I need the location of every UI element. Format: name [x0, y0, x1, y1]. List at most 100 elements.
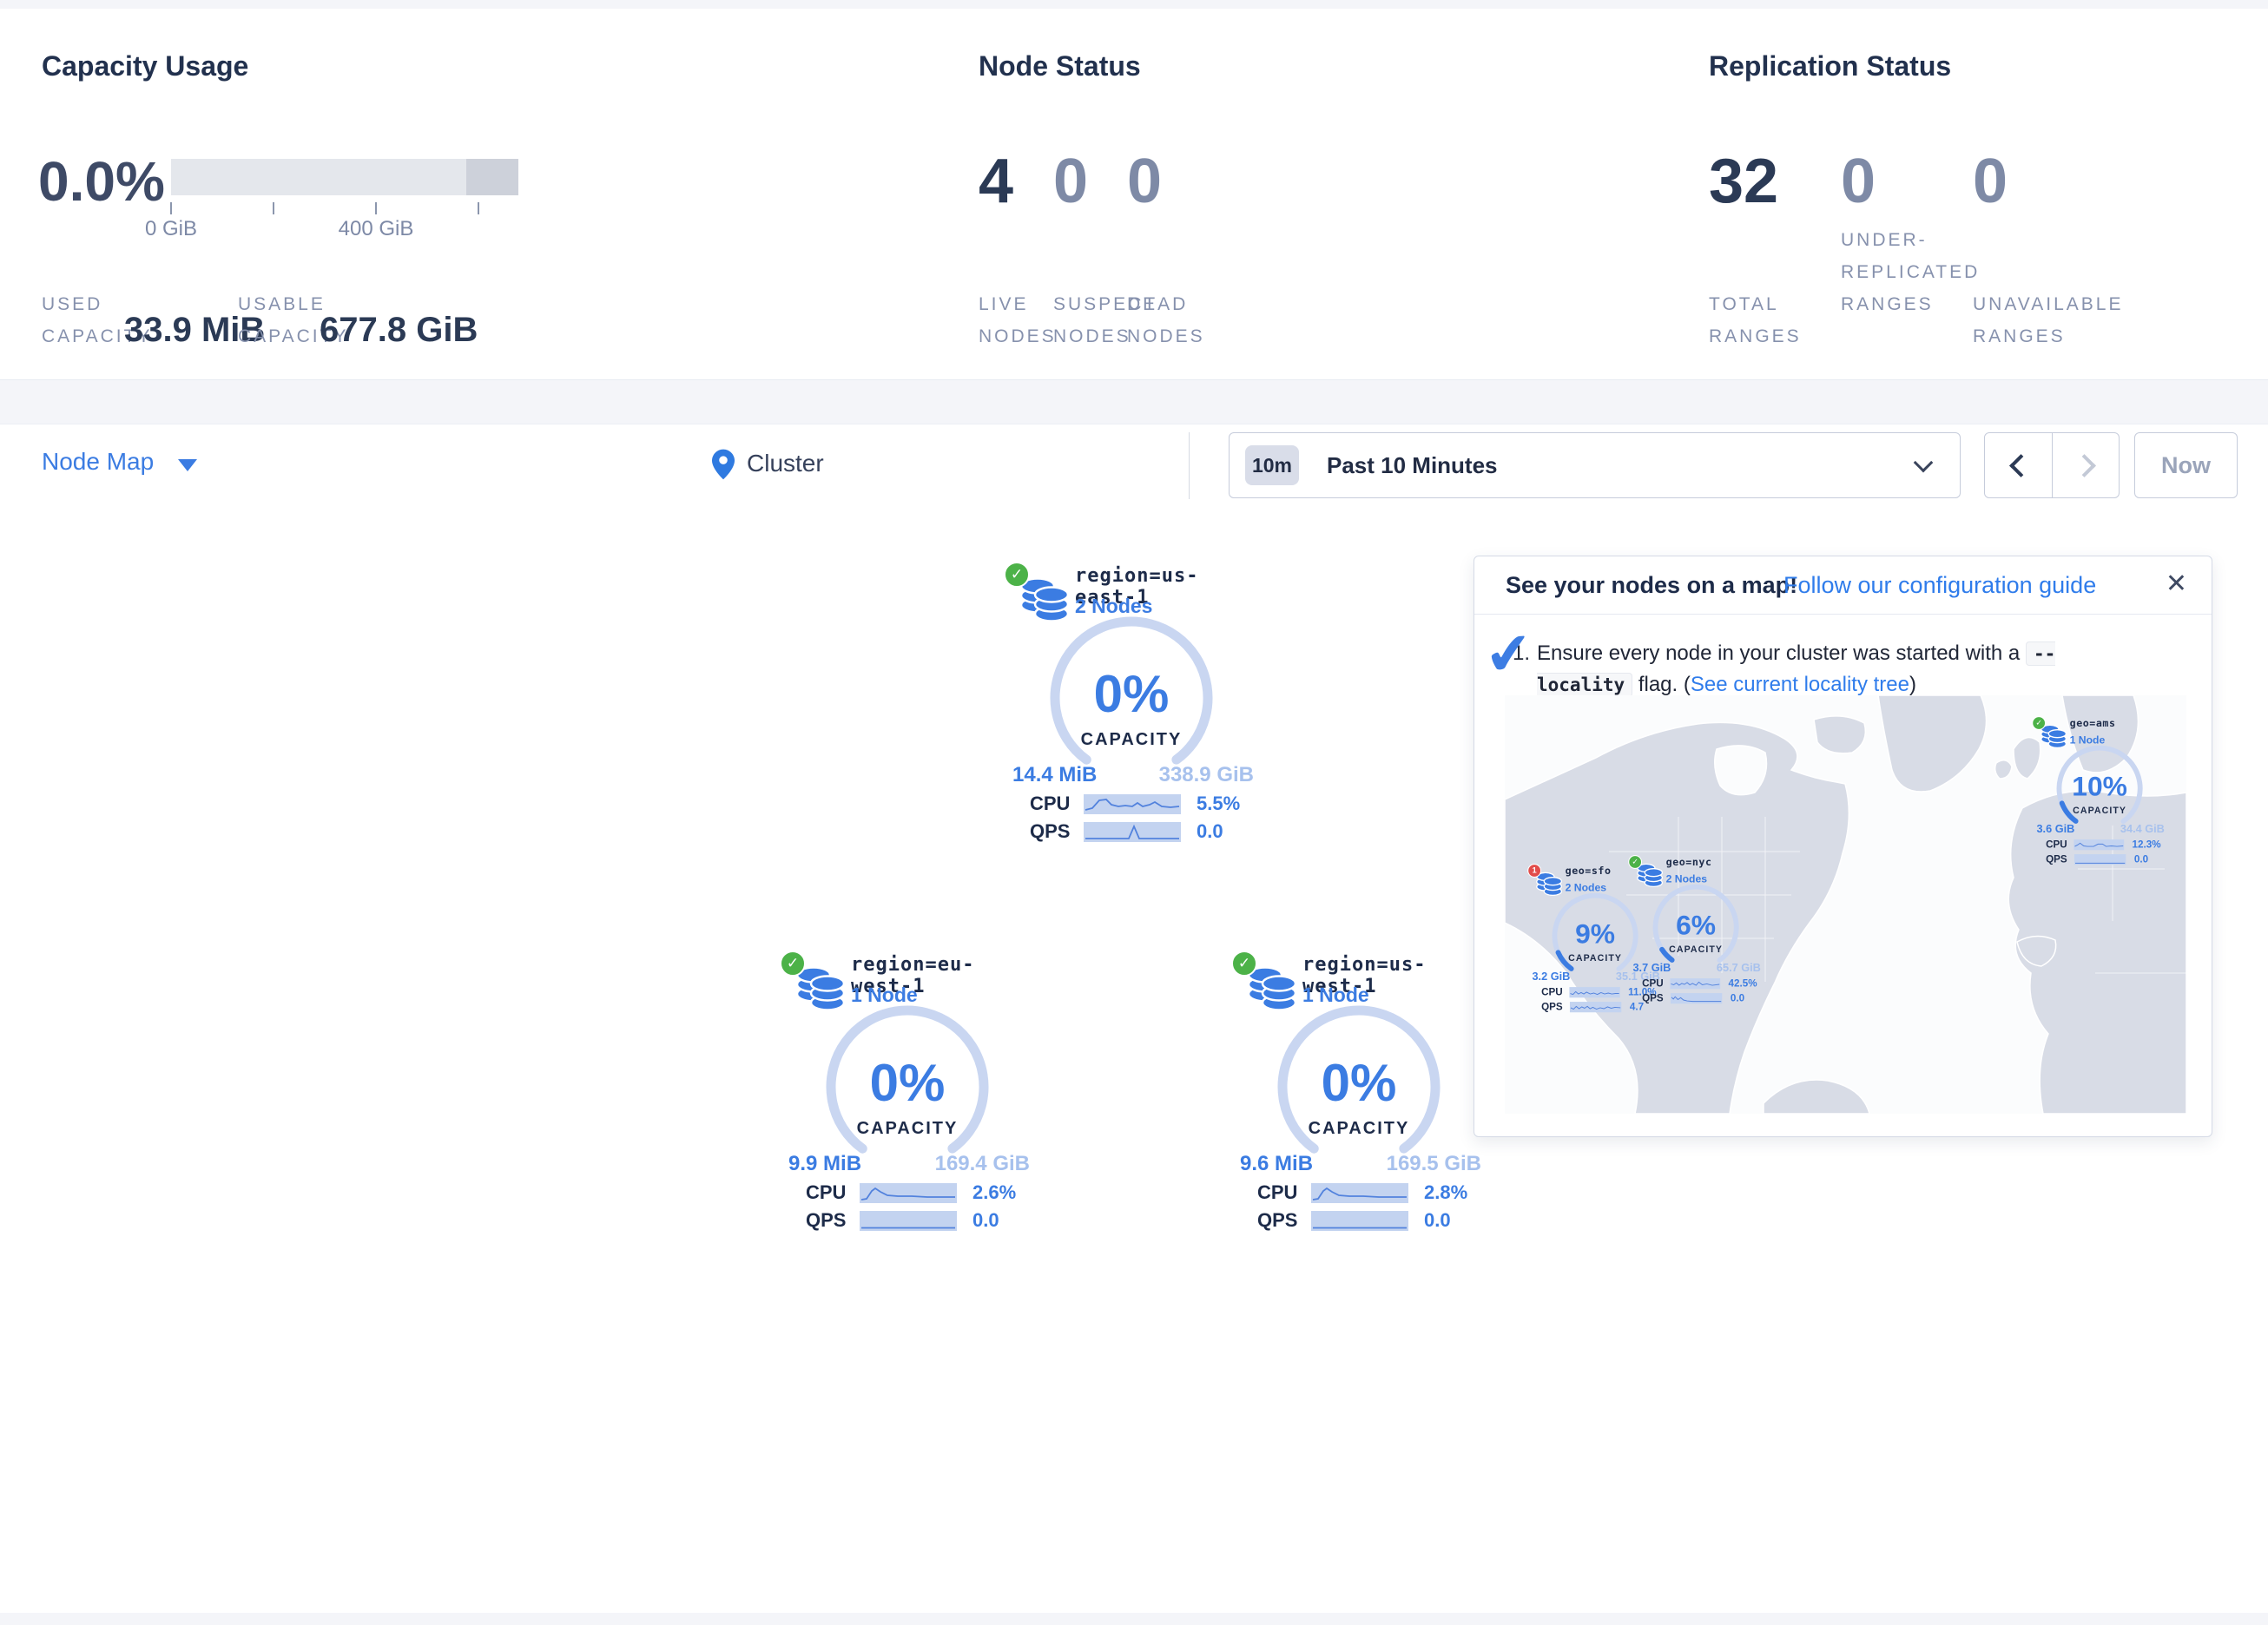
geo-group-nyc[interactable]: ✓ geo=nyc 2 Nodes 6% CAPACITY 3.7 GiB 65…	[1625, 854, 1764, 1009]
capacity-usage-title: Capacity Usage	[42, 50, 248, 82]
step-text: )	[1909, 673, 1916, 696]
capacity-caption: CAPACITY	[1047, 730, 1216, 750]
view-selector[interactable]: Node Map	[42, 448, 154, 476]
check-icon: ✓	[1632, 858, 1638, 867]
health-ok-badge: ✓	[780, 951, 806, 977]
suspect-nodes-count: 0	[1053, 146, 1088, 217]
locality-label: geo=sfo	[1566, 865, 1612, 877]
cpu-sparkline	[1670, 978, 1720, 989]
used-value: 9.9 MiB	[788, 1152, 861, 1176]
capacity-caption: CAPACITY	[1275, 1119, 1443, 1139]
unavailable-count: 0	[1973, 146, 2008, 217]
cpu-sparkline	[1084, 794, 1181, 814]
qps-label: QPS	[2046, 853, 2073, 865]
cpu-sparkline	[860, 1183, 957, 1203]
cpu-sparkline	[1569, 987, 1619, 997]
popup-step-1: 1.Ensure every node in your cluster was …	[1537, 638, 2145, 701]
locality-label: geo=nyc	[1666, 857, 1712, 868]
total-value: 169.4 GiB	[935, 1152, 1030, 1176]
geo-group-ams[interactable]: ✓ geo=ams 1 Node 10% CAPACITY 3.6 GiB 34…	[2029, 715, 2167, 870]
check-icon: ✓	[787, 955, 799, 972]
location-pin-icon	[712, 449, 735, 480]
live-nodes-label: LIVE NODES	[979, 288, 1057, 352]
node-status-title: Node Status	[979, 50, 1141, 82]
under-replicated-count: 0	[1841, 146, 1876, 217]
region-group-eu-west-1[interactable]: ✓ region=eu-west-1 1 Node 0% CAPACITY 9.…	[775, 949, 1035, 1240]
region-group-us-west-1[interactable]: ✓ region=us-west-1 1 Node 0% CAPACITY 9.…	[1226, 949, 1487, 1240]
cpu-label: CPU	[2046, 839, 2072, 851]
now-button[interactable]: Now	[2134, 432, 2238, 498]
unavailable-label: UNAVAILABLE RANGES	[1973, 288, 2123, 352]
step-text: flag. (	[1632, 673, 1691, 696]
time-range-select[interactable]: 10m Past 10 Minutes	[1229, 432, 1961, 498]
step-text: Ensure every node in your cluster was st…	[1537, 641, 2026, 665]
region-group-us-east-1[interactable]: ✓ region=us-east-1 2 Nodes 0% CAPACITY 1…	[999, 560, 1259, 851]
cpu-label: CPU	[806, 1181, 856, 1204]
capacity-caption: CAPACITY	[1652, 944, 1741, 955]
qps-label: QPS	[1642, 992, 1669, 1004]
health-ok-badge: ✓	[2032, 716, 2046, 730]
cpu-label: CPU	[1642, 977, 1668, 990]
health-warning-badge: 1	[1527, 864, 1541, 878]
replication-status-title: Replication Status	[1709, 50, 1951, 82]
health-ok-badge: ✓	[1231, 951, 1257, 977]
used-value: 14.4 MiB	[1012, 763, 1097, 787]
cpu-label: CPU	[1030, 793, 1080, 815]
total-ranges-label: TOTAL RANGES	[1709, 288, 1802, 352]
qps-label: QPS	[1257, 1209, 1308, 1232]
cpu-value: 42.5%	[1729, 977, 1757, 990]
qps-sparkline	[2074, 854, 2126, 865]
health-ok-badge: ✓	[1004, 562, 1030, 588]
cpu-value: 5.5%	[1197, 793, 1240, 815]
capacity-percent: 6%	[1652, 910, 1741, 942]
axis-tick	[375, 202, 377, 214]
cpu-label: CPU	[1541, 986, 1567, 998]
axis-tick	[170, 202, 172, 214]
axis-tick	[273, 202, 274, 214]
used-value: 3.6 GiB	[2036, 823, 2074, 836]
total-ranges-count: 32	[1709, 146, 1778, 217]
check-icon: ✓	[2035, 719, 2042, 728]
qps-sparkline	[1570, 1002, 1621, 1012]
used-value: 3.7 GiB	[1632, 962, 1671, 975]
big-check-icon: ✔	[1481, 618, 1536, 689]
dropdown-triangle-icon	[178, 459, 197, 471]
locality-tree-link[interactable]: See current locality tree	[1691, 673, 1909, 696]
cpu-value: 2.8%	[1424, 1181, 1467, 1204]
total-value: 338.9 GiB	[1159, 763, 1254, 787]
capacity-caption: CAPACITY	[2055, 806, 2145, 816]
capacity-percent: 10%	[2055, 771, 2145, 803]
usable-capacity-value: 677.8 GiB	[320, 311, 478, 350]
cpu-value: 2.6%	[972, 1181, 1016, 1204]
close-icon[interactable]: ✕	[2166, 569, 2187, 599]
total-value: 34.4 GiB	[2120, 823, 2165, 836]
node-map-page: Capacity Usage 0.0% 0 GiB 400 GiB USED C…	[0, 0, 2268, 1625]
qps-value: 0.0	[1197, 820, 1223, 843]
toolbar: Node Map Cluster 10m Past 10 Minutes Now	[0, 424, 2268, 508]
used-value: 3.2 GiB	[1532, 970, 1570, 984]
cpu-label: CPU	[1257, 1181, 1308, 1204]
popup-header: See your nodes on a map! Follow our conf…	[1474, 556, 2212, 615]
time-range-badge: 10m	[1245, 445, 1299, 485]
capacity-percent: 0%	[1047, 664, 1216, 724]
map-preview: 1 geo=sfo 2 Nodes 9% CAPACITY 3.2 GiB 35…	[1505, 695, 2186, 1114]
under-replicated-label: UNDER- REPLICATED RANGES	[1841, 224, 1980, 320]
axis-tick-label: 0 GiB	[102, 217, 241, 241]
time-range-label: Past 10 Minutes	[1327, 452, 1498, 479]
qps-label: QPS	[806, 1209, 856, 1232]
total-value: 65.7 GiB	[1717, 962, 1761, 975]
health-ok-badge: ✓	[1628, 855, 1642, 869]
qps-sparkline	[1084, 822, 1181, 842]
cpu-sparkline	[1311, 1183, 1408, 1203]
capacity-percent: 0.0%	[38, 149, 165, 214]
qps-value: 0.0	[972, 1209, 999, 1232]
axis-tick	[478, 202, 479, 214]
toolbar-divider	[1189, 432, 1190, 499]
breadcrumb[interactable]: Cluster	[747, 450, 824, 477]
dead-nodes-label: DEAD NODES	[1127, 288, 1205, 352]
cpu-sparkline	[2074, 839, 2124, 850]
qps-label: QPS	[1030, 820, 1080, 843]
configuration-guide-link[interactable]: Follow our configuration guide	[1783, 572, 2096, 599]
capacity-percent: 0%	[823, 1053, 992, 1113]
check-icon: ✓	[1238, 955, 1250, 972]
